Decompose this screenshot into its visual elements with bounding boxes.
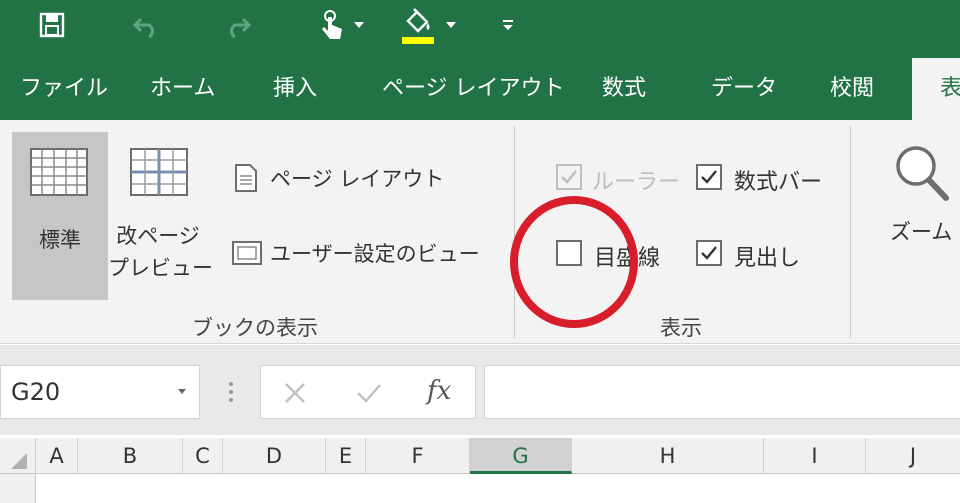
column-header-h[interactable]: H	[572, 438, 764, 474]
formula-bar-checkbox[interactable]	[696, 164, 722, 190]
check-icon	[701, 170, 717, 184]
page-break-preview-button[interactable]: 改ページ プレビュー	[108, 132, 213, 300]
zoom-button[interactable]: ズーム	[880, 140, 960, 270]
column-header-c[interactable]: C	[183, 438, 223, 474]
normal-view-label: 標準	[39, 228, 81, 252]
touch-mode-button[interactable]	[312, 0, 372, 50]
ruler-checkbox[interactable]	[556, 164, 582, 190]
tab-page-layout[interactable]: ページ レイアウト	[382, 58, 565, 120]
customize-qat-icon	[503, 20, 513, 30]
tab-review[interactable]: 校閲	[830, 58, 874, 120]
check-icon	[701, 246, 717, 260]
page-layout-icon	[235, 164, 257, 192]
row-header[interactable]	[0, 474, 36, 503]
select-all-icon	[11, 453, 27, 469]
page-break-preview-icon	[130, 148, 188, 196]
headings-label: 見出し	[734, 246, 801, 271]
custom-views-button[interactable]: ユーザー設定のビュー	[228, 235, 488, 271]
normal-view-icon	[30, 148, 88, 196]
customize-qat-button[interactable]	[496, 0, 520, 50]
page-break-preview-label-line2: プレビュー	[108, 256, 213, 280]
formula-input[interactable]	[484, 365, 960, 419]
chevron-down-icon	[178, 389, 186, 394]
name-box[interactable]: G20	[0, 365, 200, 419]
column-header-g[interactable]: G	[470, 438, 572, 474]
page-break-preview-label-line1: 改ページ	[116, 224, 200, 248]
group-separator	[850, 126, 851, 338]
ribbon-view-panel: 標準 改ページ プレビュー ページ レイアウト ユーザー設定のビュー ブックの表…	[0, 120, 960, 344]
redo-icon	[230, 17, 252, 38]
undo-button[interactable]	[128, 0, 164, 50]
tab-data[interactable]: データ	[711, 58, 777, 120]
fill-color-button[interactable]	[394, 0, 464, 50]
close-icon[interactable]	[283, 381, 307, 405]
custom-views-icon	[232, 241, 262, 265]
zoom-label: ズーム	[890, 220, 953, 244]
workbook-views-group-label: ブックの表示	[192, 316, 318, 340]
column-headers: A B C D E F G H I J	[0, 438, 960, 474]
check-icon[interactable]	[355, 381, 383, 405]
worksheet-area[interactable]	[0, 474, 960, 503]
select-all-button[interactable]	[0, 438, 36, 474]
fill-color-icon	[402, 8, 434, 44]
magnifier-icon	[896, 146, 949, 201]
page-layout-view-label: ページ レイアウト	[270, 167, 445, 191]
tab-insert[interactable]: 挿入	[273, 58, 317, 120]
column-header-d[interactable]: D	[223, 438, 326, 474]
formula-bar-label: 数式バー	[734, 170, 823, 195]
ribbon-tab-bar: ファイル ホーム 挿入 ページ レイアウト 数式 データ 校閲 表	[0, 58, 960, 120]
headings-checkbox[interactable]	[696, 240, 722, 266]
tab-formulas[interactable]: 数式	[602, 58, 646, 120]
group-separator	[514, 126, 515, 338]
column-header-j[interactable]: J	[866, 438, 960, 474]
column-header-i[interactable]: I	[764, 438, 866, 474]
chevron-down-icon	[354, 22, 364, 28]
quick-access-toolbar	[0, 0, 960, 58]
annotation-circle	[510, 196, 638, 328]
grip-icon[interactable]	[228, 381, 234, 403]
redo-button[interactable]	[220, 0, 256, 50]
touch-mode-icon	[322, 10, 342, 39]
chevron-down-icon	[446, 22, 456, 28]
name-box-value: G20	[11, 378, 61, 406]
show-group-label: 表示	[660, 316, 702, 340]
undo-icon	[132, 17, 154, 38]
column-header-e[interactable]: E	[326, 438, 366, 474]
formula-buttons: fx	[260, 365, 476, 419]
save-icon	[39, 12, 65, 38]
page-layout-view-button[interactable]: ページ レイアウト	[228, 160, 448, 196]
tab-view[interactable]: 表	[912, 58, 960, 120]
save-button[interactable]	[34, 0, 70, 50]
column-header-f[interactable]: F	[366, 438, 470, 474]
tab-home[interactable]: ホーム	[150, 58, 215, 120]
normal-view-button[interactable]: 標準	[12, 132, 108, 300]
insert-function-button[interactable]: fx	[427, 376, 451, 406]
tab-file[interactable]: ファイル	[20, 58, 108, 120]
column-header-b[interactable]: B	[78, 438, 183, 474]
custom-views-label: ユーザー設定のビュー	[270, 242, 480, 266]
formula-bar: G20 fx	[0, 345, 960, 435]
check-icon	[561, 170, 577, 184]
column-header-a[interactable]: A	[36, 438, 78, 474]
ruler-label: ルーラー	[592, 170, 681, 195]
